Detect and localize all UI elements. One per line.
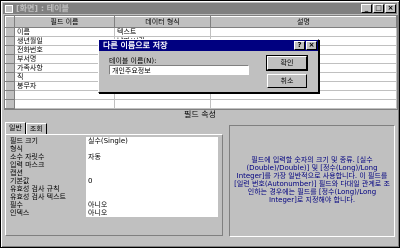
row-selector[interactable] bbox=[5, 90, 15, 100]
window-titlebar[interactable]: [화면] : 테이블 _ □ × bbox=[3, 3, 397, 14]
row-selector[interactable] bbox=[5, 54, 15, 64]
property-label: 인덱스 bbox=[10, 209, 30, 217]
ok-button[interactable]: 확인 bbox=[266, 55, 308, 71]
column-header-field-name: 필드 이름 bbox=[14, 16, 115, 28]
row-selector-header bbox=[5, 16, 15, 28]
dialog-close-button[interactable]: × bbox=[306, 41, 317, 50]
table-row[interactable]: 이름 텍스트 bbox=[5, 27, 397, 37]
table-icon bbox=[5, 4, 13, 13]
maximize-button[interactable]: □ bbox=[373, 4, 384, 13]
table-design-window: [화면] : 테이블 _ □ × 필드 이름 데이터 형식 설명 이름 텍스트 생… bbox=[0, 0, 400, 248]
property-value[interactable]: 아니오 bbox=[86, 208, 218, 218]
row-selector[interactable] bbox=[5, 36, 15, 46]
table-row[interactable] bbox=[5, 99, 397, 109]
row-selector[interactable] bbox=[5, 27, 15, 37]
minimize-button[interactable]: _ bbox=[361, 4, 372, 13]
row-selector[interactable] bbox=[5, 99, 15, 109]
row-selector[interactable] bbox=[5, 81, 15, 91]
help-text: 필드에 입력할 숫자의 크기 및 종류. [실수(Double)/Double)… bbox=[229, 125, 395, 237]
data-type-cell[interactable]: 텍스트 bbox=[114, 27, 211, 37]
column-header-description: 설명 bbox=[210, 16, 397, 28]
row-selector[interactable] bbox=[5, 63, 15, 73]
field-properties-panel: 필드 크기 실수(Single) 형식 소수 자릿수 자동 입력 마스크 캡션 기본… bbox=[5, 134, 223, 236]
description-cell[interactable] bbox=[210, 99, 397, 109]
description-cell[interactable] bbox=[210, 27, 397, 37]
field-name-cell[interactable]: 이름 bbox=[14, 27, 115, 37]
help-button[interactable]: ? bbox=[294, 41, 305, 50]
data-type-cell[interactable] bbox=[114, 99, 211, 109]
field-properties-label: 필드 속성 bbox=[184, 110, 216, 119]
field-name-cell[interactable] bbox=[14, 99, 115, 109]
cancel-button[interactable]: 취소 bbox=[267, 74, 307, 88]
row-selector[interactable] bbox=[5, 72, 15, 82]
table-name-input[interactable]: 개인주요정보 bbox=[109, 65, 249, 75]
close-button[interactable]: × bbox=[385, 4, 396, 13]
property-row: 인덱스 아니오 bbox=[10, 208, 218, 218]
save-as-dialog: 다른 이름으로 저장 ? × 테이블 이름(N): 개인주요정보 확인 취소 bbox=[98, 39, 319, 93]
column-header-data-type: 데이터 형식 bbox=[114, 16, 211, 28]
row-selector[interactable] bbox=[5, 45, 15, 55]
dialog-title: 다른 이름으로 저장 bbox=[103, 41, 168, 50]
dialog-titlebar[interactable]: 다른 이름으로 저장 ? × bbox=[99, 40, 318, 51]
window-title: [화면] : 테이블 bbox=[16, 4, 69, 13]
